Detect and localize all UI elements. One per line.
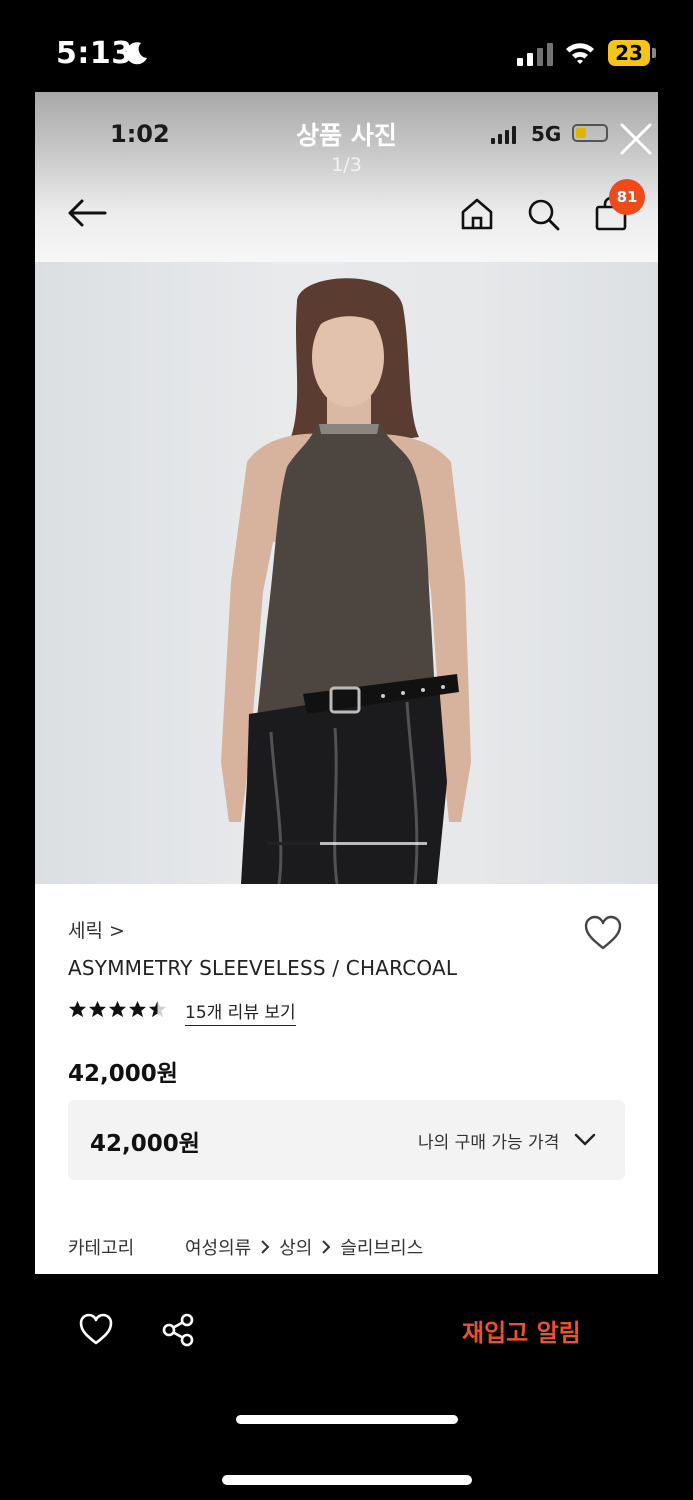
star-icon	[88, 1000, 107, 1018]
like-heart-icon[interactable]	[78, 1312, 114, 1346]
search-icon[interactable]	[525, 196, 561, 232]
cart-count-badge: 81	[609, 179, 645, 215]
battery-nub	[652, 48, 656, 58]
inner-battery-icon	[572, 124, 608, 142]
close-icon[interactable]	[619, 122, 653, 156]
heart-icon[interactable]	[583, 914, 623, 952]
device-time: 5:13	[56, 36, 133, 71]
review-link[interactable]: 15개 리뷰 보기	[185, 998, 296, 1026]
gallery-pager-active	[267, 842, 321, 845]
star-icon	[108, 1000, 127, 1018]
device-status-bar: 5:13 23	[0, 0, 693, 92]
category-breadcrumb: 여성의류 상의 슬리브리스	[185, 1234, 423, 1260]
battery-icon: 23	[608, 40, 650, 66]
viewer-page-indicator: 1/3	[331, 154, 362, 176]
chevron-down-icon	[574, 1133, 596, 1146]
brand-link[interactable]: 세릭 >	[68, 916, 125, 943]
my-price-label: 나의 구매 가능 가격	[418, 1133, 560, 1153]
moon-icon	[126, 42, 147, 65]
category-item[interactable]: 상의	[279, 1234, 312, 1260]
signal-icon	[517, 42, 553, 66]
rating-stars	[68, 1000, 167, 1019]
category-item[interactable]: 슬리브리스	[340, 1234, 423, 1260]
share-icon[interactable]	[160, 1312, 196, 1348]
product-name: ASYMMETRY SLEEVELESS / CHARCOAL	[68, 956, 458, 980]
product-price: 42,000원	[68, 1061, 178, 1087]
network-type: 5G	[531, 122, 562, 146]
chevron-right-icon	[261, 1240, 270, 1254]
chevron-right-icon	[322, 1240, 331, 1254]
viewer-title: 상품 사진	[296, 121, 397, 150]
home-icon[interactable]	[459, 196, 495, 232]
category-item[interactable]: 여성의류	[185, 1234, 251, 1260]
model-photo	[221, 278, 471, 884]
restock-alert-button[interactable]: 재입고 알림	[462, 1313, 581, 1348]
product-image[interactable]	[35, 262, 658, 884]
product-screen: 1:02 상품 사진 1/3 5G 81 세릭 > ASYMMETRY SLEE…	[35, 92, 658, 1274]
star-icon	[148, 1000, 167, 1018]
star-icon	[128, 1000, 147, 1018]
gallery-pager	[267, 842, 427, 845]
my-price-value: 42,000원	[90, 1131, 200, 1157]
wifi-icon	[566, 43, 594, 64]
category-label: 카테고리	[68, 1238, 135, 1259]
home-indicator[interactable]	[222, 1475, 472, 1485]
inner-signal-icon	[491, 126, 516, 144]
my-price-dropdown[interactable]: 42,000원 나의 구매 가능 가격	[68, 1100, 625, 1180]
back-arrow-icon[interactable]	[67, 198, 107, 228]
star-icon	[68, 1000, 87, 1018]
viewer-header: 1:02 상품 사진 1/3 5G 81	[35, 92, 658, 262]
inner-home-indicator	[236, 1415, 458, 1424]
